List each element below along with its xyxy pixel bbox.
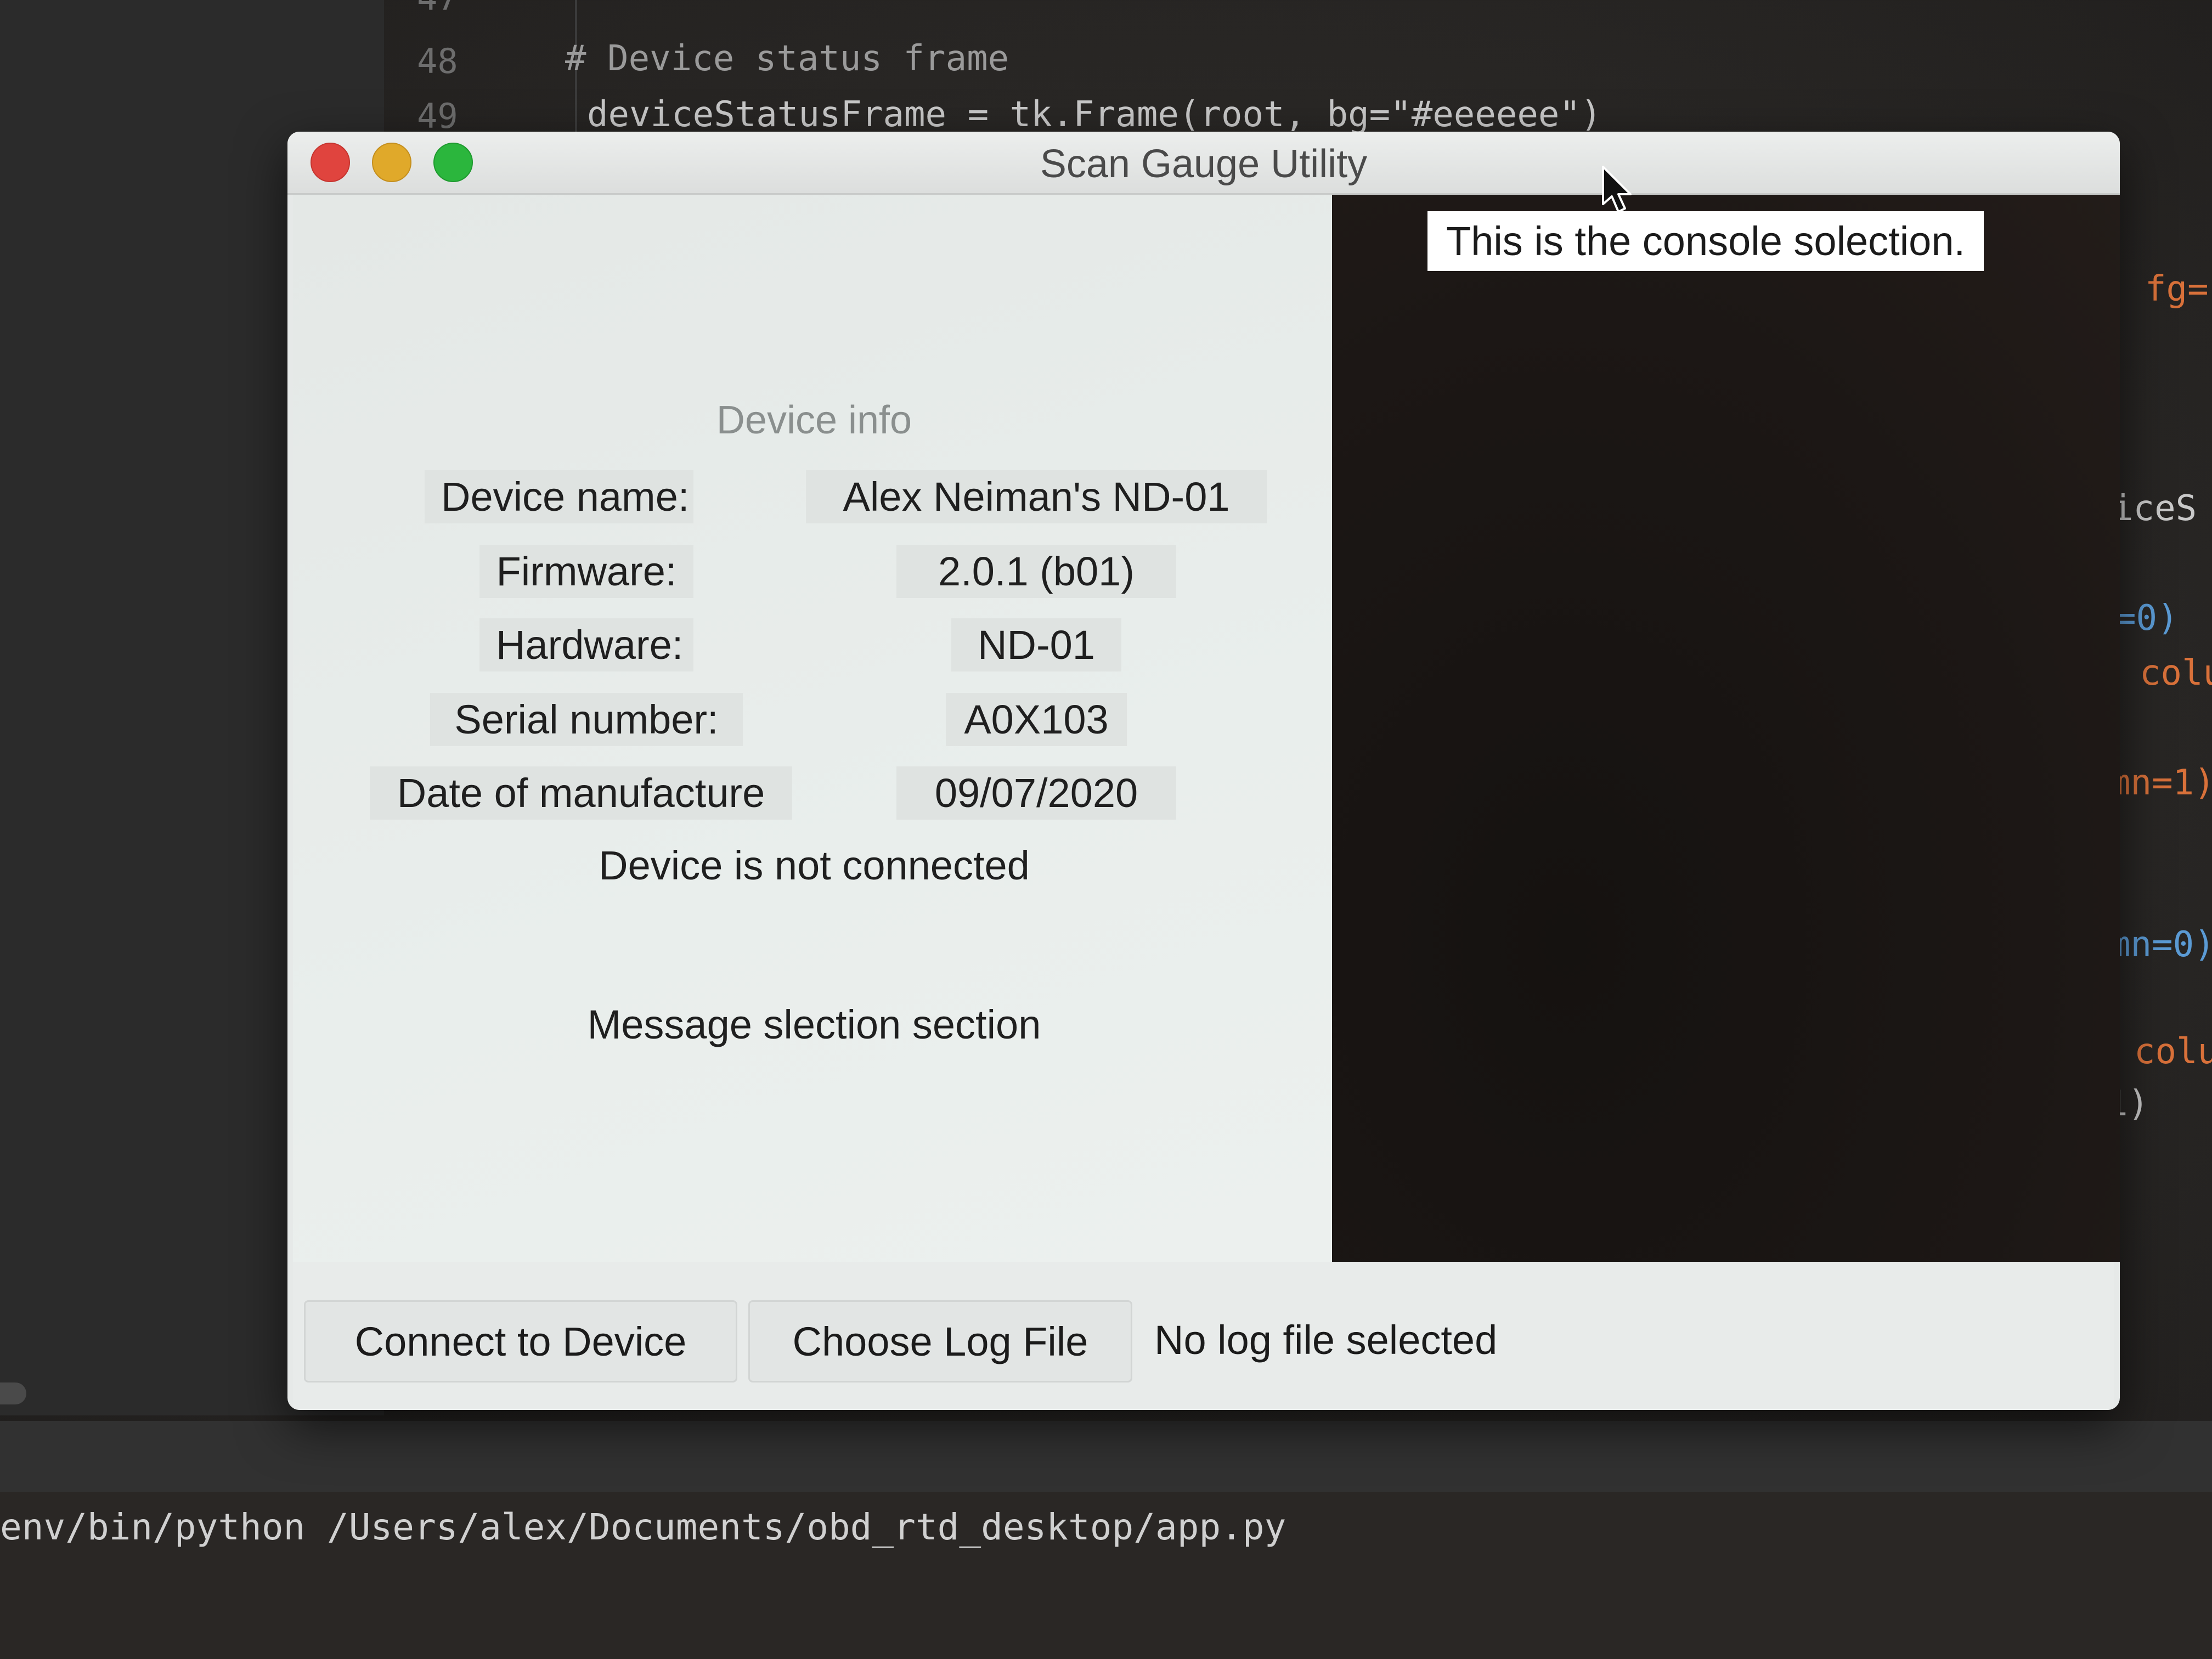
window-title: Scan Gauge Utility xyxy=(1040,142,1368,186)
code-fragment: iceS xyxy=(2112,488,2197,529)
device-info-panel: Device info Device name: Alex Neiman's N… xyxy=(293,195,1335,1265)
date-of-manufacture-value: 09/07/2020 xyxy=(896,766,1176,820)
hardware-label: Hardware: xyxy=(479,618,693,672)
code-fragment: =0) xyxy=(2115,598,2179,639)
connection-status: Device is not connected xyxy=(599,843,1030,888)
terminal-command: env/bin/python /Users/alex/Documents/obd… xyxy=(0,1506,1286,1548)
ide-scrollbar-nub[interactable] xyxy=(0,1383,26,1404)
serial-number-value: A0X103 xyxy=(946,693,1127,746)
console-label: This is the console solection. xyxy=(1427,211,1984,271)
serial-number-label: Serial number: xyxy=(430,693,743,746)
choose-log-file-button[interactable]: Choose Log File xyxy=(748,1300,1132,1383)
code-fragment: colu xyxy=(2134,1031,2212,1072)
device-name-label: Device name: xyxy=(425,470,693,523)
code-fragment: fg= xyxy=(2145,269,2209,309)
line-number: 49 xyxy=(417,96,458,136)
hardware-value: ND-01 xyxy=(951,618,1121,672)
code-fragment: mn=1) xyxy=(2109,763,2212,803)
message-section-label: Message slection section xyxy=(587,1002,1041,1047)
date-of-manufacture-label: Date of manufacture xyxy=(370,766,792,820)
firmware-value: 2.0.1 (b01) xyxy=(896,545,1176,598)
mouse-cursor-icon xyxy=(1602,166,1632,213)
log-file-status: No log file selected xyxy=(1154,1317,1498,1363)
line-number: 47 xyxy=(417,0,458,18)
firmware-label: Firmware: xyxy=(479,545,693,598)
device-name-value: Alex Neiman's ND-01 xyxy=(806,470,1267,523)
connect-to-device-button[interactable]: Connect to Device xyxy=(304,1300,737,1383)
code-line: deviceStatusFrame = tk.Frame(root, bg="#… xyxy=(587,94,1602,135)
code-comment: # Device status frame xyxy=(565,38,1009,79)
bottom-toolbar: Connect to Device Choose Log File No log… xyxy=(293,1262,2114,1410)
device-info-heading: Device info xyxy=(716,398,912,442)
ide-status-bar xyxy=(0,1421,2212,1492)
app-window: Scan Gauge Utility Device info Device na… xyxy=(287,132,2120,1410)
code-fragment: mn=0) xyxy=(2109,924,2212,965)
code-fragment: colu xyxy=(2140,653,2212,693)
console-panel: This is the console solection. xyxy=(1332,195,2120,1262)
line-number: 48 xyxy=(417,41,458,81)
window-titlebar[interactable]: Scan Gauge Utility xyxy=(287,132,2120,195)
